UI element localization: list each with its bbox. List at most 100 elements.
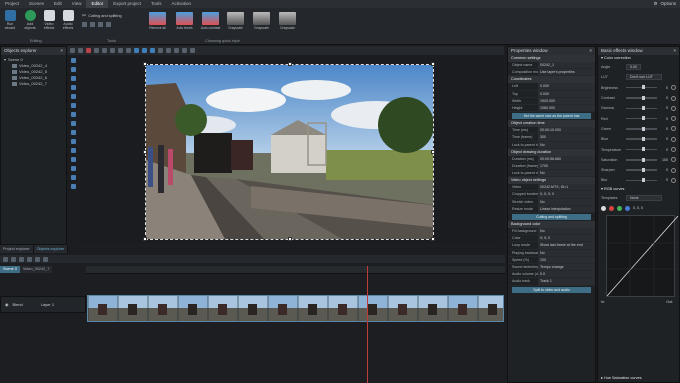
reset-icon[interactable] [671, 147, 676, 153]
property-value[interactable]: Track 1 [538, 278, 595, 285]
menu-item[interactable]: Export project [108, 0, 146, 8]
text-icon[interactable] [71, 67, 76, 72]
close-icon[interactable]: × [589, 47, 592, 55]
effect-slider[interactable] [626, 157, 657, 162]
video-tool-icon[interactable] [71, 94, 76, 99]
send-back-icon[interactable] [174, 48, 179, 53]
menu-item[interactable]: Editor [86, 0, 109, 8]
mask-icon[interactable] [71, 139, 76, 144]
effect-value[interactable]: 0 [660, 168, 668, 172]
slider-thumb[interactable] [641, 95, 645, 100]
marker-icon[interactable] [43, 256, 48, 262]
fit-icon[interactable] [190, 48, 195, 53]
split-video-audio-button[interactable]: Split to video and audio [512, 286, 591, 293]
zoom-icon[interactable] [182, 48, 187, 53]
resize-handle[interactable] [143, 237, 147, 241]
reset-icon[interactable] [671, 85, 676, 91]
resize-handle[interactable] [143, 62, 147, 66]
quick-style-grayscale-1[interactable]: Grayscale [225, 12, 246, 30]
slider-thumb[interactable] [641, 126, 645, 131]
channel-red-dot[interactable] [609, 205, 614, 211]
zoom-out-icon[interactable] [35, 256, 40, 262]
eye-icon[interactable]: ◉ [5, 302, 9, 307]
property-value[interactable]: 1920.000 [538, 97, 595, 104]
shape-icon[interactable] [71, 76, 76, 81]
effect-slider[interactable] [626, 85, 657, 90]
property-value[interactable]: No [538, 249, 595, 256]
slider-thumb[interactable] [641, 106, 645, 111]
channel-blue-dot[interactable] [625, 205, 630, 211]
cutting-splitting-button[interactable]: ✂ Cutting and splitting [82, 13, 122, 19]
property-value[interactable]: Show last frame at the end [538, 242, 595, 249]
reset-icon[interactable] [671, 157, 676, 163]
property-value[interactable]: No [538, 228, 595, 235]
property-value[interactable]: 1700 [538, 162, 595, 170]
curve-editor[interactable] [606, 215, 679, 298]
section-rgb-curves[interactable]: ▾ RGB curves [598, 186, 679, 193]
bring-front-icon[interactable] [166, 48, 171, 53]
angle-input[interactable]: 0.00 [626, 64, 641, 71]
section-color-correction[interactable]: ▾ Color correction [598, 55, 679, 62]
audio-tool-icon[interactable] [71, 103, 76, 108]
quick-style-auto-contrast[interactable]: Auto contrast [200, 12, 221, 30]
property-value[interactable]: 100 [538, 256, 595, 263]
zoom-tool-icon[interactable] [71, 184, 76, 189]
property-value[interactable]: Linear interpolation [538, 205, 595, 212]
resize-handle[interactable] [288, 237, 292, 241]
add-objects-button[interactable]: Add objects [22, 10, 38, 30]
property-value[interactable]: Use layer's properties [538, 69, 595, 76]
effect-slider[interactable] [626, 178, 657, 183]
section-hue-saturation[interactable]: ▸ Hue Saturation curves [598, 375, 642, 382]
slider-thumb[interactable] [641, 178, 645, 183]
layers-icon[interactable] [158, 48, 163, 53]
property-value[interactable]: 00:00:10.000 [538, 127, 595, 134]
audio-effects-button[interactable]: Audio effects [60, 10, 76, 30]
rotate-icon[interactable] [90, 22, 95, 27]
section-video-settings[interactable]: Video object settings [508, 177, 595, 185]
select-tool-icon[interactable] [70, 48, 75, 53]
menu-item[interactable]: Activation [167, 0, 197, 8]
camera-icon[interactable] [71, 175, 76, 180]
effect-value[interactable]: 0 [660, 148, 668, 152]
video-clip[interactable] [87, 295, 504, 322]
chart-icon[interactable] [71, 112, 76, 117]
property-value[interactable]: 0.000 [538, 83, 595, 90]
flip-icon[interactable] [98, 22, 103, 27]
tab-project-explorer[interactable]: Project explorer [0, 245, 34, 253]
templates-select[interactable]: None [626, 194, 662, 201]
effect-icon[interactable] [71, 130, 76, 135]
channel-rgb-dot[interactable] [601, 205, 606, 211]
copy-icon[interactable] [102, 48, 107, 53]
undo-icon[interactable] [118, 48, 123, 53]
cutting-splitting-prop-button[interactable]: Cutting and splitting [512, 214, 591, 220]
slider-thumb[interactable] [641, 157, 645, 162]
sprite-icon[interactable] [71, 166, 76, 171]
delete-icon[interactable] [86, 48, 91, 53]
property-value[interactable]: 0; 0; 0 [538, 235, 595, 242]
play-icon[interactable] [3, 256, 8, 262]
property-value[interactable]: 00:00:56.660 [538, 155, 595, 162]
slider-thumb[interactable] [641, 116, 645, 121]
menu-item[interactable]: View [67, 0, 87, 8]
effect-value[interactable]: 0 [660, 127, 668, 131]
menu-item[interactable]: Scenes [24, 0, 49, 8]
section-common[interactable]: Common settings [508, 55, 595, 62]
close-icon[interactable]: × [673, 47, 676, 55]
lut-select[interactable]: Don't use LUT [626, 74, 662, 81]
video-effects-button[interactable]: Video effects [41, 10, 57, 30]
close-icon[interactable]: × [60, 47, 63, 55]
property-value[interactable]: No [538, 198, 595, 205]
grid-icon[interactable] [106, 22, 111, 27]
effect-value[interactable]: 0 [660, 106, 668, 110]
quick-style-grayscale-3[interactable]: Grayscale [277, 12, 298, 30]
align-icon[interactable] [134, 48, 139, 53]
redo-icon[interactable] [126, 48, 131, 53]
same-size-button[interactable]: Set the same size as the parent has [512, 113, 591, 120]
slider-thumb[interactable] [641, 136, 645, 141]
zoom-in-icon[interactable] [27, 256, 32, 262]
tree-item[interactable]: Video_00242_7 [4, 81, 63, 87]
reset-icon[interactable] [671, 105, 676, 111]
options-menu[interactable]: ⚙ Options [653, 0, 676, 8]
section-coordinates[interactable]: Coordinates [508, 76, 595, 84]
menu-item[interactable]: Edit [49, 0, 67, 8]
